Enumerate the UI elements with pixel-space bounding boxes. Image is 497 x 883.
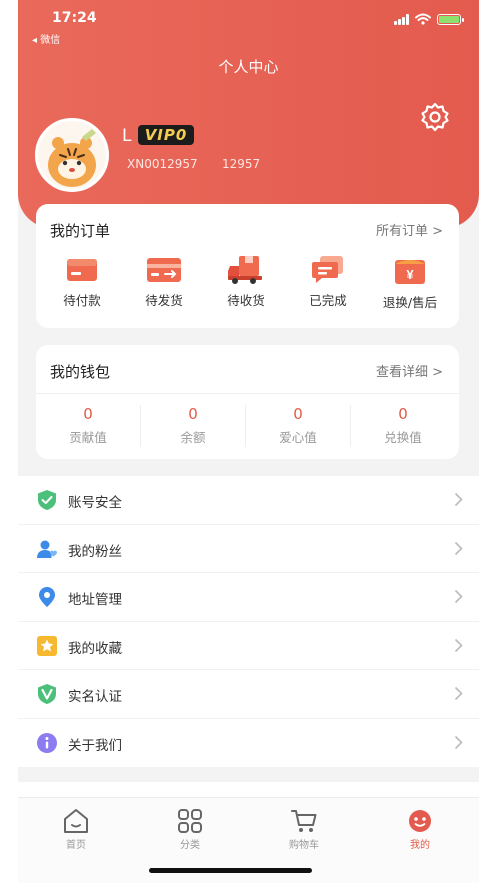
- order-label: 待收货: [227, 293, 265, 308]
- status-time: 17:24: [52, 10, 97, 26]
- order-label: 待付款: [63, 293, 101, 308]
- settings-menu: 账号安全 我的粉丝 地址管理 我的收藏 实名认证 关于我们: [18, 476, 479, 767]
- tiger-avatar-icon: [38, 121, 106, 189]
- chevron-right-icon: [454, 686, 463, 701]
- wallet-value: 0: [83, 405, 93, 423]
- menu-label: 实名认证: [68, 689, 122, 705]
- order-refund-aftersale[interactable]: ¥ 退换/售后: [370, 254, 450, 311]
- chevron-right-icon: [454, 541, 463, 555]
- tab-category[interactable]: 分类: [150, 808, 230, 851]
- profile-page: 17:24 ◂ 微信 个人中心 L VIP0 XN0012957 12957 我…: [18, 0, 479, 883]
- user-id: XN0012957: [127, 157, 198, 171]
- tab-label: 分类: [180, 840, 200, 851]
- info-icon: [37, 732, 57, 753]
- wifi-icon: [415, 13, 431, 25]
- chevron-right-icon: [454, 638, 463, 652]
- all-orders-link[interactable]: 所有订单 >: [376, 220, 443, 239]
- wallet-balance[interactable]: 0 余额: [141, 405, 245, 446]
- menu-label: 地址管理: [68, 592, 122, 608]
- delivery-truck-icon: [228, 256, 262, 284]
- grid-icon: [178, 809, 202, 833]
- tab-label: 购物车: [289, 840, 319, 851]
- home-icon: [64, 809, 88, 833]
- wallet-value: 0: [398, 405, 408, 423]
- user-heart-icon: [37, 540, 57, 558]
- menu-item-about-us[interactable]: 关于我们: [18, 719, 479, 768]
- shield-check-icon: [38, 490, 56, 510]
- wallet-label: 兑换值: [384, 430, 422, 445]
- tab-mine[interactable]: 我的: [380, 808, 460, 851]
- orders-title: 我的订单: [50, 222, 111, 240]
- divider: [36, 393, 459, 394]
- avatar[interactable]: [35, 118, 109, 192]
- my-orders-card: 我的订单 所有订单 > 待付款 待发货 待收货 已完成 ¥ 退换/售后: [36, 204, 459, 328]
- wallet-value: 0: [293, 405, 303, 423]
- tab-label: 我的: [410, 840, 430, 851]
- menu-item-address[interactable]: 地址管理: [18, 573, 479, 622]
- order-pending-receipt[interactable]: 待收货: [206, 254, 286, 309]
- page-title: 个人中心: [218, 58, 279, 76]
- vip-badge: VIP0: [138, 125, 194, 145]
- location-pin-icon: [39, 587, 55, 607]
- status-indicators: [394, 13, 464, 25]
- back-to-wechat-link[interactable]: ◂ 微信: [32, 31, 60, 46]
- menu-item-real-name-verification[interactable]: 实名认证: [18, 670, 479, 719]
- wallet-card-icon: [67, 259, 97, 281]
- order-pending-shipment[interactable]: 待发货: [124, 254, 204, 309]
- tab-home[interactable]: 首页: [36, 808, 116, 851]
- tab-label: 首页: [66, 840, 86, 851]
- wallet-label: 爱心值: [279, 430, 317, 445]
- cart-icon: [291, 810, 317, 832]
- menu-item-my-fans[interactable]: 我的粉丝: [18, 525, 479, 573]
- user-name: L: [122, 126, 132, 146]
- wallet-charity[interactable]: 0 爱心值: [246, 405, 350, 446]
- order-label: 待发货: [145, 293, 183, 308]
- star-icon: [37, 635, 57, 656]
- wallet-contribution[interactable]: 0 贡献值: [36, 405, 140, 446]
- tab-cart[interactable]: 购物车: [264, 808, 344, 851]
- wallet-title: 我的钱包: [50, 363, 111, 381]
- my-wallet-card: 我的钱包 查看详细 > 0 贡献值 0 余额 0 爱心值 0 兑换值: [36, 345, 459, 459]
- order-pending-payment[interactable]: 待付款: [42, 254, 122, 309]
- menu-label: 我的粉丝: [68, 543, 122, 560]
- battery-icon: [437, 13, 464, 25]
- menu-item-favorites[interactable]: 我的收藏: [18, 622, 479, 670]
- menu-item-account-security[interactable]: 账号安全: [18, 476, 479, 525]
- refund-yen-icon: ¥: [395, 260, 425, 284]
- chat-complete-icon: [312, 256, 343, 283]
- settings-gear-icon[interactable]: [418, 100, 452, 134]
- order-label: 已完成: [309, 293, 347, 308]
- profile-face-icon: [409, 810, 431, 832]
- menu-label: 账号安全: [68, 495, 122, 511]
- order-completed[interactable]: 已完成: [288, 254, 368, 309]
- user-number: 12957: [222, 157, 261, 171]
- wallet-label: 贡献值: [69, 430, 107, 445]
- profile-header: 17:24 ◂ 微信 个人中心 L VIP0 XN0012957 12957: [18, 0, 479, 228]
- signal-icon: [394, 13, 409, 25]
- menu-label: 关于我们: [68, 737, 122, 754]
- order-label: 退换/售后: [382, 295, 438, 310]
- svg-text:¥: ¥: [406, 267, 414, 282]
- wallet-exchange[interactable]: 0 兑换值: [351, 405, 455, 446]
- chevron-right-icon: [454, 735, 463, 749]
- menu-label: 我的收藏: [68, 640, 122, 657]
- home-indicator[interactable]: [149, 868, 312, 873]
- chevron-right-icon: [454, 589, 463, 604]
- wallet-details-link[interactable]: 查看详细 >: [376, 361, 443, 380]
- chevron-right-icon: [454, 492, 463, 507]
- wallet-value: 0: [188, 405, 198, 423]
- wallet-label: 余额: [180, 430, 206, 445]
- verified-shield-icon: [38, 684, 56, 704]
- card-send-icon: [147, 258, 181, 282]
